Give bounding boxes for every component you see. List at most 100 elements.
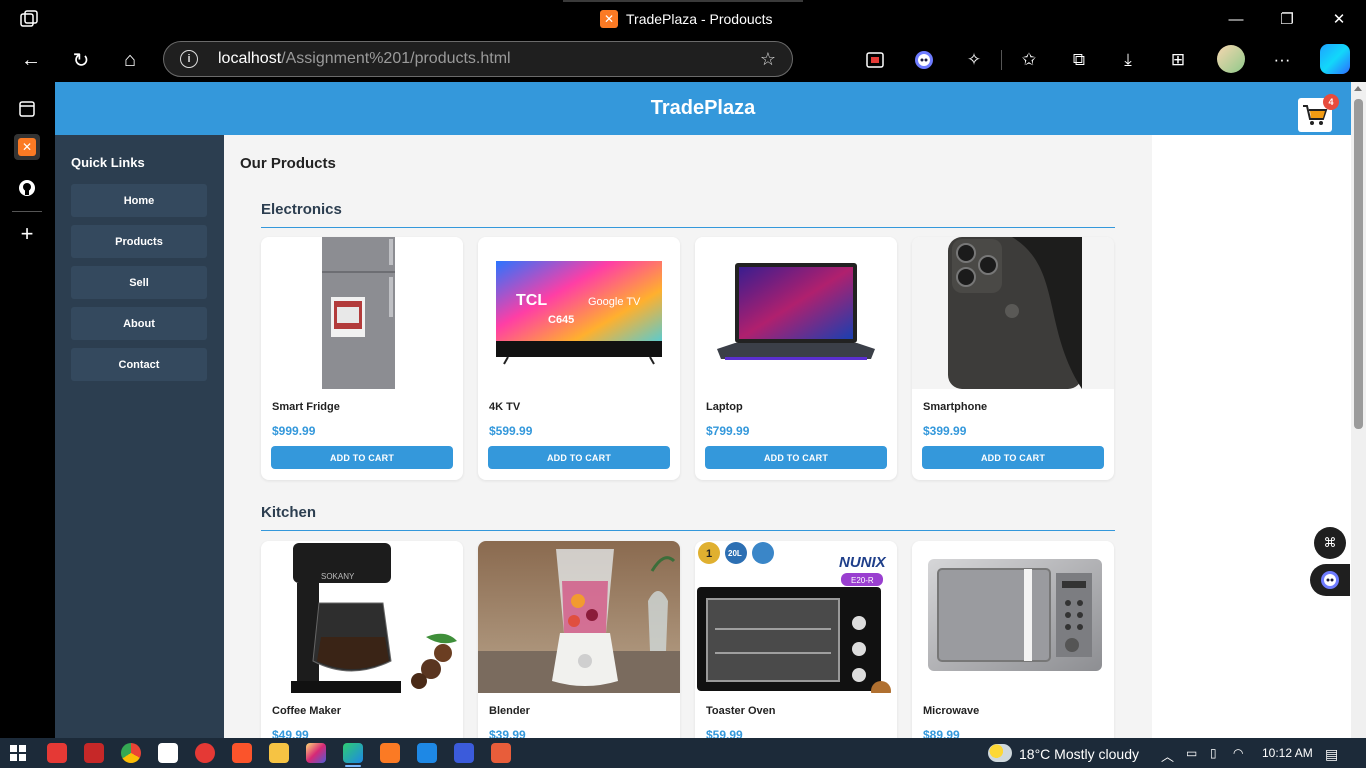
product-image-laptop bbox=[695, 237, 897, 389]
clock-time[interactable]: 10:12 AM bbox=[1262, 746, 1313, 760]
product-card: SOKANY Coffee Maker $49.99 bbox=[261, 541, 463, 738]
device-icon[interactable]: ▯ bbox=[1210, 746, 1217, 760]
taskbar-app-icon[interactable] bbox=[158, 743, 178, 763]
extensions-puzzle-icon[interactable]: ✧ bbox=[961, 47, 987, 73]
xampp-tab-icon[interactable]: ✕ bbox=[14, 134, 40, 160]
favorites-icon[interactable]: ✩ bbox=[1016, 47, 1042, 73]
product-name[interactable]: Blender bbox=[489, 705, 530, 717]
add-to-cart-button[interactable]: ADD TO CART bbox=[705, 446, 887, 469]
downloads-icon[interactable]: ⤓ bbox=[1115, 47, 1141, 73]
browser-titlebar: ✕ TradePlaza - Prodoucts — ❐ ✕ bbox=[0, 0, 1366, 38]
site-info-icon[interactable]: i bbox=[180, 50, 198, 68]
nav-contact-link[interactable]: Contact bbox=[71, 348, 207, 381]
extension-bot-icon[interactable] bbox=[911, 47, 937, 73]
product-name[interactable]: Smartphone bbox=[923, 401, 987, 413]
taskbar-instagram-icon[interactable] bbox=[306, 743, 326, 763]
product-image-smartphone bbox=[912, 237, 1114, 389]
nav-home-link[interactable]: Home bbox=[71, 184, 207, 217]
minimize-button[interactable]: — bbox=[1223, 6, 1249, 32]
close-button[interactable]: ✕ bbox=[1326, 6, 1352, 32]
product-price: $999.99 bbox=[272, 424, 316, 438]
scrollbar-thumb[interactable] bbox=[1354, 99, 1363, 429]
battery-icon[interactable]: ▭ bbox=[1186, 746, 1197, 760]
address-text[interactable]: localhost/Assignment%201/products.html bbox=[218, 50, 511, 68]
product-price: $799.99 bbox=[706, 424, 750, 438]
windows-start-icon[interactable] bbox=[10, 745, 26, 761]
coffee-brand-text: SOKANY bbox=[321, 572, 355, 581]
product-card: 1 20L NUNIX E20-R Toaster Oven $59.99 bbox=[695, 541, 897, 738]
add-tab-icon[interactable]: + bbox=[14, 221, 40, 247]
page-scrollbar[interactable] bbox=[1351, 82, 1366, 738]
home-icon[interactable]: ⌂ bbox=[117, 47, 143, 73]
refresh-icon[interactable]: ↻ bbox=[68, 47, 94, 73]
product-name[interactable]: Coffee Maker bbox=[272, 705, 341, 717]
taskbar-todo-icon[interactable] bbox=[47, 743, 67, 763]
product-image-coffee-maker: SOKANY bbox=[261, 541, 463, 693]
weather-text[interactable]: 18°C Mostly cloudy bbox=[1019, 746, 1139, 762]
nav-sell-link[interactable]: Sell bbox=[71, 266, 207, 299]
product-price: $89.99 bbox=[923, 728, 960, 738]
cart-count-badge: 4 bbox=[1323, 94, 1339, 110]
add-to-cart-button[interactable]: ADD TO CART bbox=[922, 446, 1104, 469]
workspaces-icon[interactable] bbox=[18, 8, 40, 30]
more-menu-icon[interactable]: ··· bbox=[1269, 47, 1295, 73]
product-name[interactable]: Smart Fridge bbox=[272, 401, 340, 413]
address-bar[interactable]: i localhost/Assignment%201/products.html… bbox=[163, 41, 793, 77]
product-price: $59.99 bbox=[706, 728, 743, 738]
page-heading: Our Products bbox=[240, 155, 336, 172]
address-host: localhost bbox=[218, 50, 282, 67]
product-price: $399.99 bbox=[923, 424, 967, 438]
oven-capacity-text: 20L bbox=[728, 549, 742, 558]
back-icon[interactable]: ← bbox=[18, 47, 44, 73]
taskbar-edge-icon[interactable] bbox=[343, 743, 363, 763]
notifications-icon[interactable]: ▤ bbox=[1325, 746, 1338, 763]
product-name[interactable]: 4K TV bbox=[489, 401, 520, 413]
product-name[interactable]: Toaster Oven bbox=[706, 705, 776, 717]
xampp-icon: ✕ bbox=[18, 138, 36, 156]
quick-links-sidebar: Quick Links Home Products Sell About Con… bbox=[55, 135, 224, 738]
taskbar-app-icon[interactable] bbox=[491, 743, 511, 763]
weather-cloud-icon[interactable] bbox=[988, 744, 1012, 762]
product-image-blender bbox=[478, 541, 680, 693]
apps-icon[interactable]: ⊞ bbox=[1165, 47, 1191, 73]
copilot-icon[interactable] bbox=[1320, 44, 1350, 74]
restore-button[interactable]: ❐ bbox=[1274, 6, 1300, 32]
site-header: TradePlaza bbox=[55, 82, 1351, 135]
product-name[interactable]: Microwave bbox=[923, 705, 979, 717]
browser-toolbar: ← ↻ ⌂ i localhost/Assignment%201/product… bbox=[0, 38, 1366, 82]
nav-products-link[interactable]: Products bbox=[71, 225, 207, 258]
xampp-icon: ✕ bbox=[600, 10, 618, 28]
product-price: $49.99 bbox=[272, 728, 309, 738]
scroll-up-arrow[interactable] bbox=[1354, 86, 1362, 91]
tray-chevron-up-icon[interactable]: ︿ bbox=[1161, 746, 1174, 765]
taskbar-app-icon[interactable] bbox=[195, 743, 215, 763]
github-icon[interactable] bbox=[14, 175, 40, 201]
tab-actions-icon[interactable] bbox=[14, 96, 40, 122]
window-title-text: TradePlaza - Prodoucts bbox=[626, 11, 773, 27]
taskbar-xampp-icon[interactable] bbox=[380, 743, 400, 763]
nav-about-link[interactable]: About bbox=[71, 307, 207, 340]
taskbar-vscode-icon[interactable] bbox=[417, 743, 437, 763]
floating-extension-bot-icon[interactable] bbox=[1310, 564, 1350, 596]
add-to-cart-button[interactable]: ADD TO CART bbox=[488, 446, 670, 469]
profile-avatar[interactable] bbox=[1217, 45, 1245, 73]
product-image-fridge bbox=[261, 237, 463, 389]
wifi-icon[interactable]: ◠ bbox=[1233, 746, 1243, 760]
site-brand[interactable]: TradePlaza bbox=[651, 97, 756, 120]
floating-apps-grid-icon[interactable]: ⌘ bbox=[1314, 527, 1346, 559]
product-name[interactable]: Laptop bbox=[706, 401, 743, 413]
screen-record-icon[interactable] bbox=[862, 47, 888, 73]
taskbar-file-explorer-icon[interactable] bbox=[269, 743, 289, 763]
taskbar-active-indicator bbox=[345, 765, 361, 767]
favorite-star-icon[interactable]: ☆ bbox=[760, 49, 776, 70]
collections-icon[interactable]: ⧉ bbox=[1066, 47, 1092, 73]
taskbar-chrome-icon[interactable] bbox=[121, 743, 141, 763]
taskbar-brave-icon[interactable] bbox=[232, 743, 252, 763]
taskbar-app-icon[interactable] bbox=[454, 743, 474, 763]
windows-taskbar: 18°C Mostly cloudy ︿ ▭ ▯ ◠ 10:12 AM ▤ bbox=[0, 738, 1366, 768]
window-title: ✕ TradePlaza - Prodoucts bbox=[600, 10, 773, 28]
taskbar-app-icon[interactable] bbox=[84, 743, 104, 763]
product-card: Microwave $89.99 bbox=[912, 541, 1114, 738]
product-image-microwave bbox=[912, 541, 1114, 693]
add-to-cart-button[interactable]: ADD TO CART bbox=[271, 446, 453, 469]
